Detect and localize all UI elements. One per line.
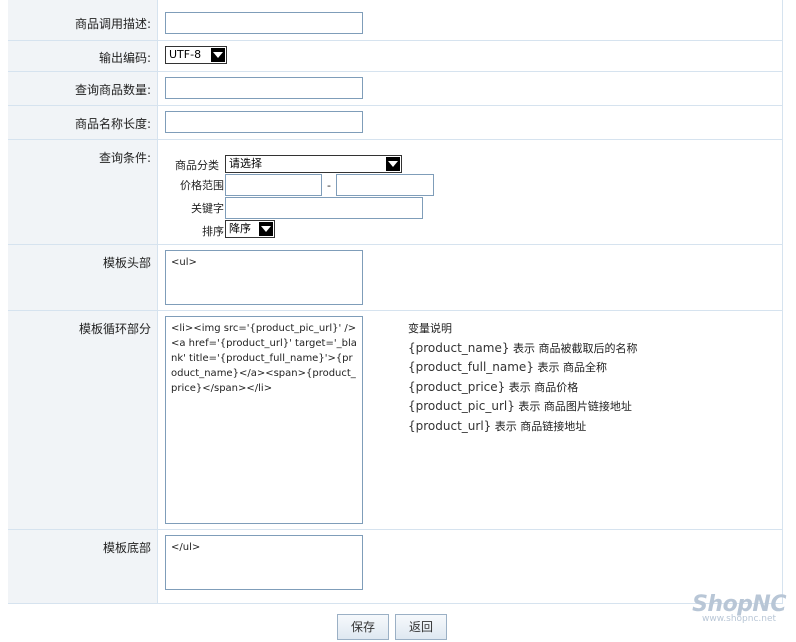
sort-selected-value: 降序 [229,222,251,235]
form-table: 商品调用描述: 输出编码: UTF-8 查询商品数量: 商品名称长度: 查询条件… [8,0,783,604]
encoding-label: 输出编码: [8,41,158,71]
description-input[interactable] [165,12,363,34]
sort-select[interactable]: 降序 [225,220,275,238]
header-label: 模板头部 [8,245,158,310]
chevron-down-icon [386,157,400,171]
loop-textarea[interactable]: <li><img src='{product_pic_url}' /><a hr… [165,316,363,524]
variable-desc: 表示 商品图片链接地址 [518,400,632,413]
variable-code: {product_pic_url} [408,399,515,413]
variable-item: {product_pic_url} 表示 商品图片链接地址 [408,397,637,417]
sort-label: 排序 [202,225,224,238]
row-name-length: 商品名称长度: [8,106,782,140]
price-separator: - [327,179,331,192]
encoding-selected-value: UTF-8 [169,48,202,61]
variable-code: {product_url} [408,418,492,433]
price-min-input[interactable] [225,174,322,196]
category-label: 商品分类 [175,159,219,172]
conditions-label: 查询条件: [8,140,158,244]
footer-label: 模板底部 [8,530,158,603]
chevron-down-icon [211,48,225,62]
loop-label: 模板循环部分 [8,311,158,529]
variable-desc: 表示 商品被截取后的名称 [512,341,638,355]
price-max-input[interactable] [336,174,434,196]
variable-item: {product_name} 表示 商品被截取后的名称 [408,339,637,359]
variable-item: {product_full_name} 表示 商品全称 [408,358,637,378]
row-description: 商品调用描述: [8,0,782,41]
keyword-input[interactable] [225,197,423,219]
variable-item: {product_url} 表示 商品链接地址 [408,417,637,437]
variable-notes: 变量说明 {product_name} 表示 商品被截取后的名称 {produc… [408,320,637,436]
price-range-label: 价格范围 [180,179,224,192]
header-textarea[interactable]: <ul> [165,250,363,305]
category-select[interactable]: 请选择 [225,155,402,173]
footer-textarea[interactable]: </ul> [165,535,363,590]
variable-code: {product_name} [408,340,510,355]
brand-url: www.shopnc.net [702,614,777,624]
variable-item: {product_price} 表示 商品价格 [408,378,637,398]
variable-desc: 表示 商品价格 [508,380,579,394]
count-label: 查询商品数量: [8,72,158,105]
row-count: 查询商品数量: [8,72,782,106]
brand-logo: ShopNC www.shopnc.net [692,592,786,624]
variable-desc: 表示 商品全称 [537,361,607,374]
variable-desc: 表示 商品链接地址 [494,419,587,433]
count-input[interactable] [165,77,363,99]
save-button[interactable]: 保存 [337,614,389,640]
encoding-select[interactable]: UTF-8 [165,46,227,64]
variable-code: {product_price} [408,379,506,394]
button-bar: 保存 返回 [0,604,796,642]
row-conditions: 查询条件: 商品分类 请选择 价格范围 - 关键字 排序 降序 [8,140,782,245]
back-button[interactable]: 返回 [395,614,447,640]
row-template-header: 模板头部 <ul> [8,245,782,311]
description-label: 商品调用描述: [8,0,158,40]
name-length-label: 商品名称长度: [8,106,158,139]
row-template-footer: 模板底部 </ul> [8,530,782,604]
category-selected-value: 请选择 [229,157,262,170]
variable-notes-title: 变量说明 [408,322,452,335]
row-encoding: 输出编码: UTF-8 [8,41,782,72]
chevron-down-icon [259,222,273,236]
row-template-loop: 模板循环部分 <li><img src='{product_pic_url}' … [8,311,782,530]
keyword-label: 关键字 [191,202,224,215]
name-length-input[interactable] [165,111,363,133]
variable-code: {product_full_name} [408,360,534,374]
